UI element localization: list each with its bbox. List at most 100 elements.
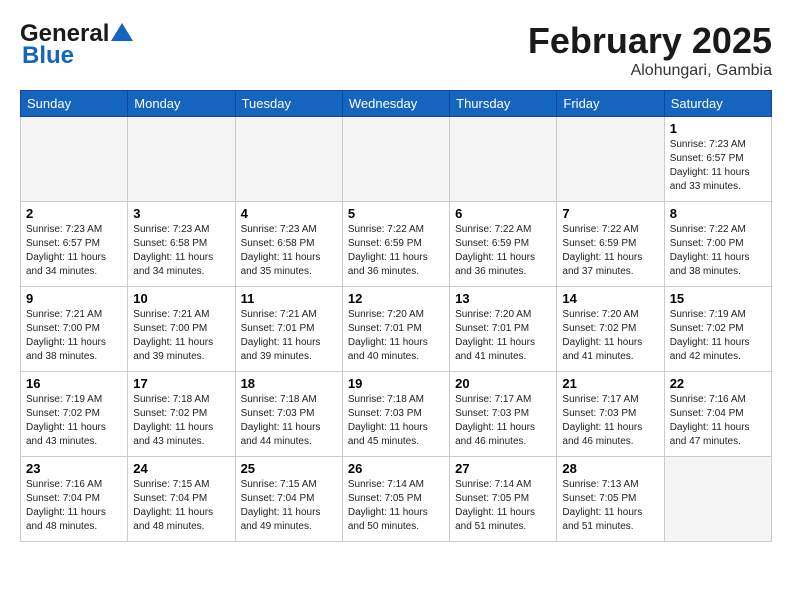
day-info: Sunrise: 7:18 AM Sunset: 7:02 PM Dayligh… (133, 393, 229, 449)
day-info: Sunrise: 7:14 AM Sunset: 7:05 PM Dayligh… (348, 478, 444, 534)
day-number: 27 (455, 461, 551, 476)
calendar-cell: 8 Sunrise: 7:22 AM Sunset: 7:00 PM Daylig… (664, 202, 771, 287)
weekday-header-wednesday: Wednesday (342, 91, 449, 117)
week-row-3: 9 Sunrise: 7:21 AM Sunset: 7:00 PM Daylig… (21, 287, 772, 372)
calendar-cell (664, 457, 771, 542)
calendar-cell: 4 Sunrise: 7:23 AM Sunset: 6:58 PM Daylig… (235, 202, 342, 287)
day-number: 28 (562, 461, 658, 476)
day-info: Sunrise: 7:13 AM Sunset: 7:05 PM Dayligh… (562, 478, 658, 534)
day-number: 2 (26, 206, 122, 221)
calendar-cell: 7 Sunrise: 7:22 AM Sunset: 6:59 PM Daylig… (557, 202, 664, 287)
page-header: General Blue February 2025 Alohungari, G… (20, 20, 772, 80)
weekday-header-friday: Friday (557, 91, 664, 117)
day-number: 8 (670, 206, 766, 221)
day-info: Sunrise: 7:19 AM Sunset: 7:02 PM Dayligh… (670, 308, 766, 364)
day-info: Sunrise: 7:18 AM Sunset: 7:03 PM Dayligh… (348, 393, 444, 449)
weekday-header-row: SundayMondayTuesdayWednesdayThursdayFrid… (21, 91, 772, 117)
title-block: February 2025 Alohungari, Gambia (528, 20, 772, 80)
location: Alohungari, Gambia (528, 62, 772, 80)
day-number: 7 (562, 206, 658, 221)
day-number: 24 (133, 461, 229, 476)
calendar-cell (128, 117, 235, 202)
calendar-cell (450, 117, 557, 202)
day-number: 26 (348, 461, 444, 476)
calendar-cell: 6Sunrise: 7:22 AM Sunset: 6:59 PM Daylig… (450, 202, 557, 287)
day-info: Sunrise: 7:15 AM Sunset: 7:04 PM Dayligh… (133, 478, 229, 534)
calendar-cell: 27 Sunrise: 7:14 AM Sunset: 7:05 PM Dayli… (450, 457, 557, 542)
month-title: February 2025 (528, 20, 772, 62)
calendar-cell: 14 Sunrise: 7:20 AM Sunset: 7:02 PM Dayli… (557, 287, 664, 372)
day-info: Sunrise: 7:23 AM Sunset: 6:58 PM Dayligh… (241, 223, 337, 279)
logo: General Blue (20, 20, 133, 70)
day-info: Sunrise: 7:20 AM Sunset: 7:01 PM Dayligh… (455, 308, 551, 364)
weekday-header-sunday: Sunday (21, 91, 128, 117)
calendar-cell: 18Sunrise: 7:18 AM Sunset: 7:03 PM Dayli… (235, 372, 342, 457)
day-number: 6 (455, 206, 551, 221)
day-number: 17 (133, 376, 229, 391)
calendar-cell: 1Sunrise: 7:23 AM Sunset: 6:57 PM Daylig… (664, 117, 771, 202)
day-number: 13 (455, 291, 551, 306)
calendar-cell: 21Sunrise: 7:17 AM Sunset: 7:03 PM Dayli… (557, 372, 664, 457)
calendar-cell: 2 Sunrise: 7:23 AM Sunset: 6:57 PM Daylig… (21, 202, 128, 287)
calendar-cell (342, 117, 449, 202)
day-number: 3 (133, 206, 229, 221)
day-number: 19 (348, 376, 444, 391)
calendar-cell: 28 Sunrise: 7:13 AM Sunset: 7:05 PM Dayli… (557, 457, 664, 542)
calendar-cell: 17 Sunrise: 7:18 AM Sunset: 7:02 PM Dayli… (128, 372, 235, 457)
day-number: 5 (348, 206, 444, 221)
day-info: Sunrise: 7:22 AM Sunset: 6:59 PM Dayligh… (562, 223, 658, 279)
calendar-cell: 24 Sunrise: 7:15 AM Sunset: 7:04 PM Dayli… (128, 457, 235, 542)
calendar-cell: 26 Sunrise: 7:14 AM Sunset: 7:05 PM Dayli… (342, 457, 449, 542)
day-number: 22 (670, 376, 766, 391)
calendar-cell: 23 Sunrise: 7:16 AM Sunset: 7:04 PM Dayli… (21, 457, 128, 542)
day-info: Sunrise: 7:23 AM Sunset: 6:57 PM Dayligh… (26, 223, 122, 279)
week-row-2: 2 Sunrise: 7:23 AM Sunset: 6:57 PM Daylig… (21, 202, 772, 287)
calendar-cell: 3 Sunrise: 7:23 AM Sunset: 6:58 PM Daylig… (128, 202, 235, 287)
calendar-cell: 11Sunrise: 7:21 AM Sunset: 7:01 PM Dayli… (235, 287, 342, 372)
day-info: Sunrise: 7:14 AM Sunset: 7:05 PM Dayligh… (455, 478, 551, 534)
calendar-cell (235, 117, 342, 202)
day-number: 12 (348, 291, 444, 306)
day-info: Sunrise: 7:21 AM Sunset: 7:00 PM Dayligh… (133, 308, 229, 364)
calendar-cell: 10 Sunrise: 7:21 AM Sunset: 7:00 PM Dayli… (128, 287, 235, 372)
calendar-cell: 25 Sunrise: 7:15 AM Sunset: 7:04 PM Dayli… (235, 457, 342, 542)
day-info: Sunrise: 7:20 AM Sunset: 7:02 PM Dayligh… (562, 308, 658, 364)
day-info: Sunrise: 7:16 AM Sunset: 7:04 PM Dayligh… (26, 478, 122, 534)
day-number: 15 (670, 291, 766, 306)
day-info: Sunrise: 7:21 AM Sunset: 7:01 PM Dayligh… (241, 308, 337, 364)
calendar-cell: 15 Sunrise: 7:19 AM Sunset: 7:02 PM Dayli… (664, 287, 771, 372)
calendar-cell: 5Sunrise: 7:22 AM Sunset: 6:59 PM Daylig… (342, 202, 449, 287)
calendar-cell (557, 117, 664, 202)
calendar-cell: 13 Sunrise: 7:20 AM Sunset: 7:01 PM Dayli… (450, 287, 557, 372)
day-number: 20 (455, 376, 551, 391)
calendar-table: SundayMondayTuesdayWednesdayThursdayFrid… (20, 90, 772, 542)
calendar-cell: 12Sunrise: 7:20 AM Sunset: 7:01 PM Dayli… (342, 287, 449, 372)
day-number: 9 (26, 291, 122, 306)
week-row-1: 1Sunrise: 7:23 AM Sunset: 6:57 PM Daylig… (21, 117, 772, 202)
day-number: 23 (26, 461, 122, 476)
calendar-cell (21, 117, 128, 202)
day-info: Sunrise: 7:18 AM Sunset: 7:03 PM Dayligh… (241, 393, 337, 449)
day-info: Sunrise: 7:15 AM Sunset: 7:04 PM Dayligh… (241, 478, 337, 534)
day-info: Sunrise: 7:22 AM Sunset: 7:00 PM Dayligh… (670, 223, 766, 279)
calendar-cell: 20 Sunrise: 7:17 AM Sunset: 7:03 PM Dayli… (450, 372, 557, 457)
calendar-cell: 19 Sunrise: 7:18 AM Sunset: 7:03 PM Dayli… (342, 372, 449, 457)
day-number: 10 (133, 291, 229, 306)
day-number: 14 (562, 291, 658, 306)
day-info: Sunrise: 7:23 AM Sunset: 6:57 PM Dayligh… (670, 138, 766, 194)
logo-blue: Blue (22, 42, 74, 70)
day-info: Sunrise: 7:17 AM Sunset: 7:03 PM Dayligh… (455, 393, 551, 449)
weekday-header-saturday: Saturday (664, 91, 771, 117)
day-info: Sunrise: 7:21 AM Sunset: 7:00 PM Dayligh… (26, 308, 122, 364)
day-info: Sunrise: 7:19 AM Sunset: 7:02 PM Dayligh… (26, 393, 122, 449)
calendar-cell: 22 Sunrise: 7:16 AM Sunset: 7:04 PM Dayli… (664, 372, 771, 457)
week-row-5: 23 Sunrise: 7:16 AM Sunset: 7:04 PM Dayli… (21, 457, 772, 542)
day-info: Sunrise: 7:16 AM Sunset: 7:04 PM Dayligh… (670, 393, 766, 449)
day-info: Sunrise: 7:23 AM Sunset: 6:58 PM Dayligh… (133, 223, 229, 279)
day-info: Sunrise: 7:17 AM Sunset: 7:03 PM Dayligh… (562, 393, 658, 449)
day-number: 4 (241, 206, 337, 221)
weekday-header-monday: Monday (128, 91, 235, 117)
day-number: 25 (241, 461, 337, 476)
weekday-header-tuesday: Tuesday (235, 91, 342, 117)
weekday-header-thursday: Thursday (450, 91, 557, 117)
